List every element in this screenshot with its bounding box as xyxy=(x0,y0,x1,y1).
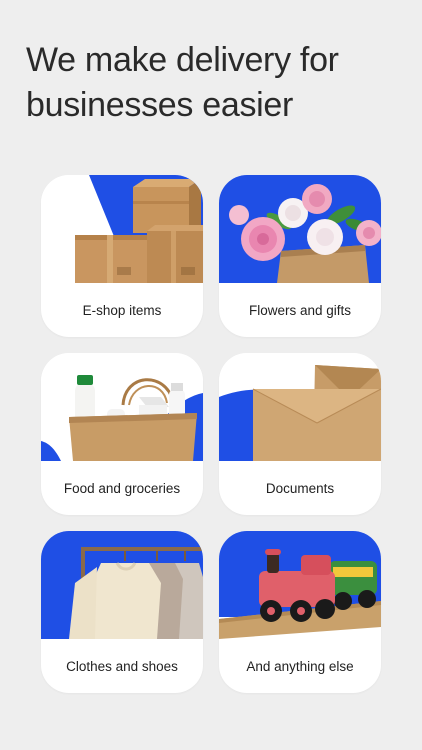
category-grid: E-shop items Flowers and gifts Food and … xyxy=(41,175,381,693)
cardboard-boxes-icon xyxy=(41,175,203,283)
category-card-anything[interactable]: And anything else xyxy=(219,531,381,693)
category-card-documents[interactable]: Documents xyxy=(219,353,381,515)
category-card-flowers[interactable]: Flowers and gifts xyxy=(219,175,381,337)
category-label: And anything else xyxy=(246,658,354,674)
category-label: Food and groceries xyxy=(63,480,181,496)
category-label: Clothes and shoes xyxy=(66,658,178,674)
category-card-clothes[interactable]: Clothes and shoes xyxy=(41,531,203,693)
category-label: E-shop items xyxy=(82,302,162,318)
envelopes-icon xyxy=(219,353,381,461)
grocery-bag-icon xyxy=(41,353,203,461)
category-card-eshop[interactable]: E-shop items xyxy=(41,175,203,337)
category-label: Documents xyxy=(265,480,335,496)
flower-bouquet-icon xyxy=(219,175,381,283)
clothes-rack-icon xyxy=(41,531,203,639)
category-card-groceries[interactable]: Food and groceries xyxy=(41,353,203,515)
page-title: We make delivery for businesses easier xyxy=(26,41,339,124)
category-label: Flowers and gifts xyxy=(248,302,352,318)
toy-train-icon xyxy=(219,531,381,639)
